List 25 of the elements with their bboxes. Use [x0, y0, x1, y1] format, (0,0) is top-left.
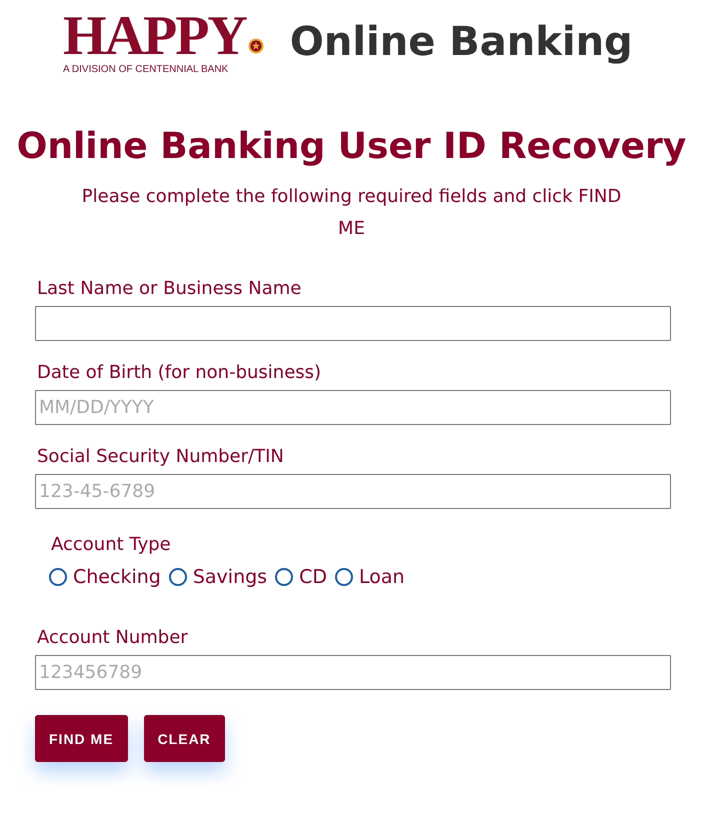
radio-label[interactable]: Checking: [73, 566, 161, 588]
instructions-text: Please complete the following required fields and click FIND ME: [80, 185, 622, 241]
logo-tagline: A DIVISION OF CENTENNIAL BANK: [63, 64, 230, 75]
input-field[interactable]: 123456789: [35, 655, 671, 690]
input-field[interactable]: MM/DD/YYYY: [35, 390, 671, 425]
radio-button[interactable]: [49, 568, 67, 586]
radio-label[interactable]: Savings: [192, 566, 268, 588]
form-button[interactable]: FIND ME: [35, 715, 128, 762]
input-field[interactable]: 123-45-6789: [35, 474, 671, 509]
page-title: Online Banking User ID Recovery: [16, 125, 688, 169]
field-label: Account Number: [36, 626, 189, 650]
radio-label[interactable]: Loan: [358, 566, 405, 588]
field-label: Social Security Number/TIN: [36, 445, 285, 469]
field-label: Last Name or Business Name: [36, 277, 302, 301]
star-badge-icon: [248, 38, 264, 54]
form-button[interactable]: CLEAR: [144, 715, 225, 762]
radio-button[interactable]: [275, 568, 294, 586]
logo-wordmark: HAPPY: [63, 12, 246, 60]
radio-label[interactable]: CD: [299, 566, 327, 588]
radio-button[interactable]: [168, 568, 187, 586]
field-label: Account Type: [50, 533, 172, 557]
header-title: Online Banking: [290, 18, 633, 64]
field-label: Date of Birth (for non-business): [36, 361, 322, 385]
input-field[interactable]: [35, 306, 671, 341]
radio-button[interactable]: [334, 568, 353, 586]
